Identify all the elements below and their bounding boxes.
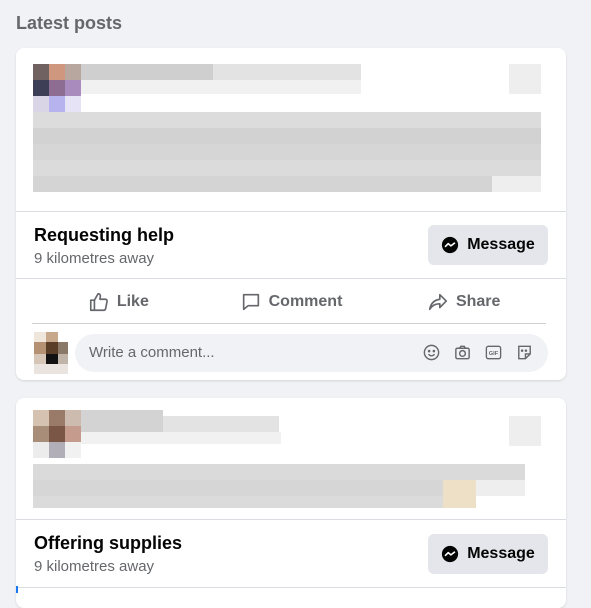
divider — [32, 323, 546, 324]
comment-label: Comment — [268, 293, 343, 310]
speech-bubble-icon — [242, 293, 259, 311]
thumbs-up-icon — [89, 292, 108, 312]
comment-input[interactable]: Write a comment... GIF — [75, 334, 548, 372]
comment-button[interactable]: Comment — [205, 280, 378, 324]
post-actions: Like Comment Share — [32, 280, 550, 324]
svg-text:GIF: GIF — [489, 351, 499, 357]
post-title: Requesting help — [34, 225, 175, 245]
like-button[interactable]: Like — [32, 280, 205, 324]
focus-indicator — [16, 586, 18, 593]
gif-icon[interactable]: GIF — [484, 343, 503, 362]
message-button[interactable]: Message — [428, 225, 548, 265]
avatar[interactable] — [34, 332, 68, 374]
post-title: Offering supplies — [34, 533, 183, 553]
sticker-icon[interactable] — [515, 343, 534, 362]
smiley-icon[interactable] — [422, 343, 441, 362]
share-arrow-icon — [428, 293, 448, 311]
comment-placeholder: Write a comment... — [89, 344, 215, 361]
divider — [16, 211, 566, 212]
share-label: Share — [455, 293, 501, 310]
divider — [16, 587, 566, 588]
section-title: Latest posts — [16, 13, 123, 33]
message-button[interactable]: Message — [428, 534, 548, 574]
message-label: Message — [467, 236, 535, 253]
share-button[interactable]: Share — [377, 280, 550, 324]
post-distance: 9 kilometres away — [34, 250, 155, 267]
messenger-icon — [442, 236, 459, 254]
post-distance: 9 kilometres away — [34, 558, 155, 575]
message-label: Message — [467, 545, 535, 562]
messenger-icon — [442, 545, 459, 563]
post-card: Offering supplies 9 kilometres away Mess… — [16, 398, 566, 608]
divider — [16, 519, 566, 520]
camera-icon[interactable] — [453, 343, 472, 362]
post-card: Requesting help 9 kilometres away Messag… — [16, 48, 566, 380]
like-label: Like — [116, 293, 149, 310]
divider — [16, 278, 566, 279]
